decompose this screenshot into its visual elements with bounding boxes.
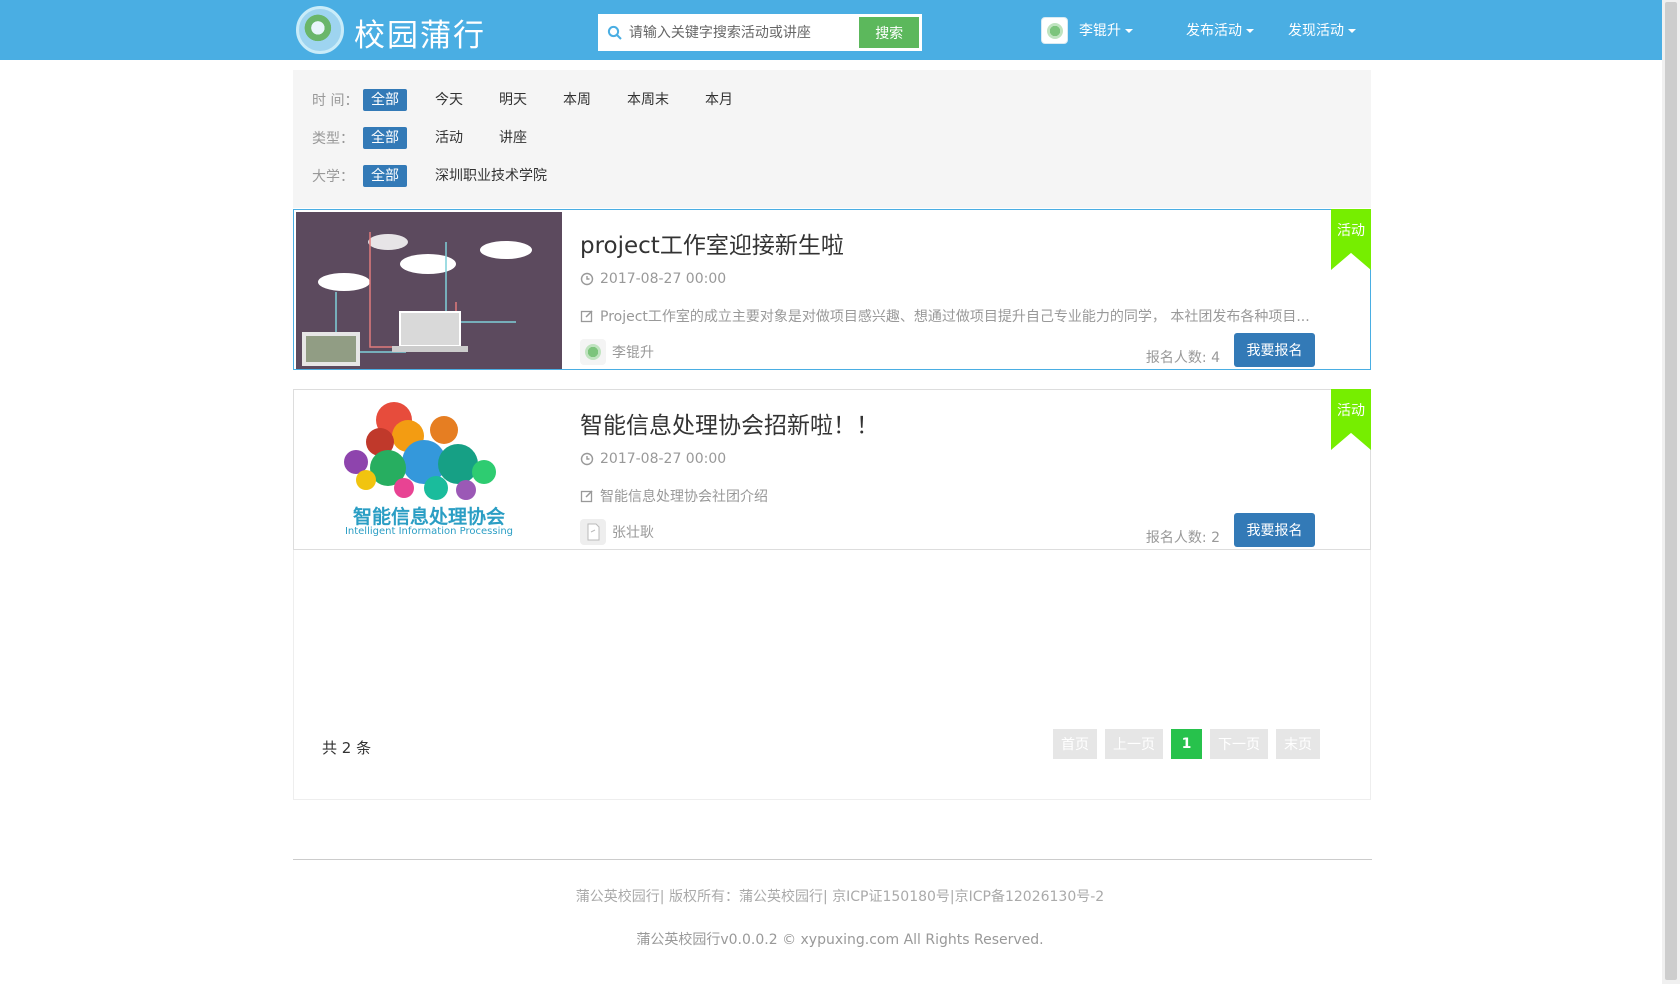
total-count: 共 2 条 [322, 739, 372, 757]
page-next-button[interactable]: 下一页 [1210, 729, 1268, 759]
edit-icon [580, 310, 593, 323]
filter-type: 类型： 全部 活动 讲座 [312, 127, 555, 149]
footer-divider [293, 859, 1372, 860]
chevron-down-icon [1348, 29, 1356, 33]
filter-label: 大学： [312, 169, 354, 185]
filter-type-all[interactable]: 全部 [363, 127, 407, 149]
search-icon [601, 17, 629, 48]
organizer-avatar [580, 519, 606, 545]
signup-button[interactable]: 我要报名 [1234, 333, 1315, 367]
chevron-down-icon [1125, 29, 1133, 33]
event-organizer: 张壮耿 [580, 519, 654, 545]
poster-title-cn: 智能信息处理协会 [352, 506, 505, 528]
chevron-down-icon [1246, 29, 1254, 33]
event-datetime-text: 2017-08-27 00:00 [600, 451, 727, 467]
search-button[interactable]: 搜索 [859, 17, 919, 48]
enroll-count: 报名人数: 4 [1146, 347, 1220, 367]
event-description: 智能信息处理协会社团介绍 [580, 486, 1320, 506]
filter-time-tomorrow[interactable]: 明天 [491, 89, 535, 111]
event-poster-image[interactable] [296, 212, 562, 369]
filter-time-today[interactable]: 今天 [427, 89, 471, 111]
filter-type-lecture[interactable]: 讲座 [491, 127, 535, 149]
enroll-value: 4 [1211, 350, 1220, 366]
event-organizer: 李锟升 [580, 339, 654, 365]
event-card[interactable]: project工作室迎接新生啦 2017-08-27 00:00 Project… [293, 209, 1371, 370]
event-title[interactable]: project工作室迎接新生啦 [580, 226, 844, 260]
event-datetime: 2017-08-27 00:00 [580, 451, 726, 467]
event-datetime: 2017-08-27 00:00 [580, 271, 726, 287]
pagination: 首页 上一页 1 下一页 末页 [1053, 729, 1320, 759]
organizer-name: 张壮耿 [612, 525, 654, 541]
filter-school: 大学： 全部 深圳职业技术学院 [312, 165, 575, 187]
list-container [293, 550, 1371, 800]
filter-time-weekend[interactable]: 本周末 [619, 89, 677, 111]
user-menu[interactable]: 李锟升 [1079, 20, 1133, 40]
event-description: Project工作室的成立主要对象是对做项目感兴趣、想通过做项目提升自己专业能力… [580, 306, 1320, 326]
logo-text[interactable]: 校园蒲行 [354, 10, 486, 55]
logo-icon[interactable] [296, 6, 344, 54]
filter-time-month[interactable]: 本月 [697, 89, 741, 111]
event-poster-image[interactable]: 智能信息处理协会 Intelligent Information Process… [296, 392, 562, 549]
user-avatar[interactable] [1041, 17, 1068, 44]
enroll-label: 报名人数: [1145, 350, 1212, 366]
page-current-button[interactable]: 1 [1171, 729, 1202, 759]
page-first-button[interactable]: 首页 [1053, 729, 1097, 759]
event-description-text: 智能信息处理协会社团介绍 [600, 489, 768, 505]
user-name: 李锟升 [1079, 23, 1121, 39]
filter-school-szpt[interactable]: 深圳职业技术学院 [427, 165, 555, 187]
poster-title-en: Intelligent Information Processing [344, 526, 514, 537]
event-description-text: Project工作室的成立主要对象是对做项目感兴趣、想通过做项目提升自己专业能力… [600, 309, 1310, 325]
page-prev-button[interactable]: 上一页 [1105, 729, 1163, 759]
filter-label: 时 间： [312, 93, 359, 109]
scrollbar-thumb[interactable] [1665, 2, 1677, 980]
signup-button[interactable]: 我要报名 [1234, 513, 1315, 547]
top-navbar: 校园蒲行 搜索 李锟升 发布活动 发现活动 [0, 0, 1662, 60]
event-title[interactable]: 智能信息处理协会招新啦！！ [580, 406, 879, 440]
clock-icon [580, 272, 594, 286]
enroll-value: 2 [1211, 530, 1220, 546]
page-last-button[interactable]: 末页 [1276, 729, 1320, 759]
enroll-count: 报名人数: 2 [1146, 527, 1220, 547]
organizer-name: 李锟升 [612, 345, 654, 361]
event-card[interactable]: 智能信息处理协会 Intelligent Information Process… [293, 389, 1371, 550]
filter-school-all[interactable]: 全部 [363, 165, 407, 187]
filter-time-week[interactable]: 本周 [555, 89, 599, 111]
enroll-label: 报名人数: [1145, 530, 1212, 546]
filter-panel: 时 间： 全部 今天 明天 本周 本周末 本月 类型： 全部 活动 讲座 大学：… [293, 70, 1371, 208]
discover-menu-label: 发现活动 [1288, 23, 1344, 39]
edit-icon [580, 490, 593, 503]
publish-menu[interactable]: 发布活动 [1186, 20, 1254, 40]
event-type-ribbon: 活动 [1331, 389, 1371, 450]
event-datetime-text: 2017-08-27 00:00 [600, 271, 727, 287]
organizer-avatar [580, 339, 606, 365]
clock-icon [580, 452, 594, 466]
publish-menu-label: 发布活动 [1186, 23, 1242, 39]
footer-copyright: 蒲公英校园行| 版权所有：蒲公英校园行| 京ICP证150180号|京ICP备1… [575, 889, 1105, 905]
filter-time-all[interactable]: 全部 [363, 89, 407, 111]
filter-time: 时 间： 全部 今天 明天 本周 本周末 本月 [312, 89, 761, 111]
filter-type-activity[interactable]: 活动 [427, 127, 471, 149]
page-scrollbar[interactable] [1662, 0, 1680, 984]
filter-label: 类型： [312, 131, 354, 147]
search-box: 搜索 [598, 14, 922, 51]
search-input[interactable] [628, 17, 860, 48]
footer-version: 蒲公英校园行v0.0.0.2 © xypuxing.com All Rights… [636, 932, 1044, 948]
event-type-ribbon: 活动 [1331, 209, 1371, 270]
discover-menu[interactable]: 发现活动 [1288, 20, 1356, 40]
